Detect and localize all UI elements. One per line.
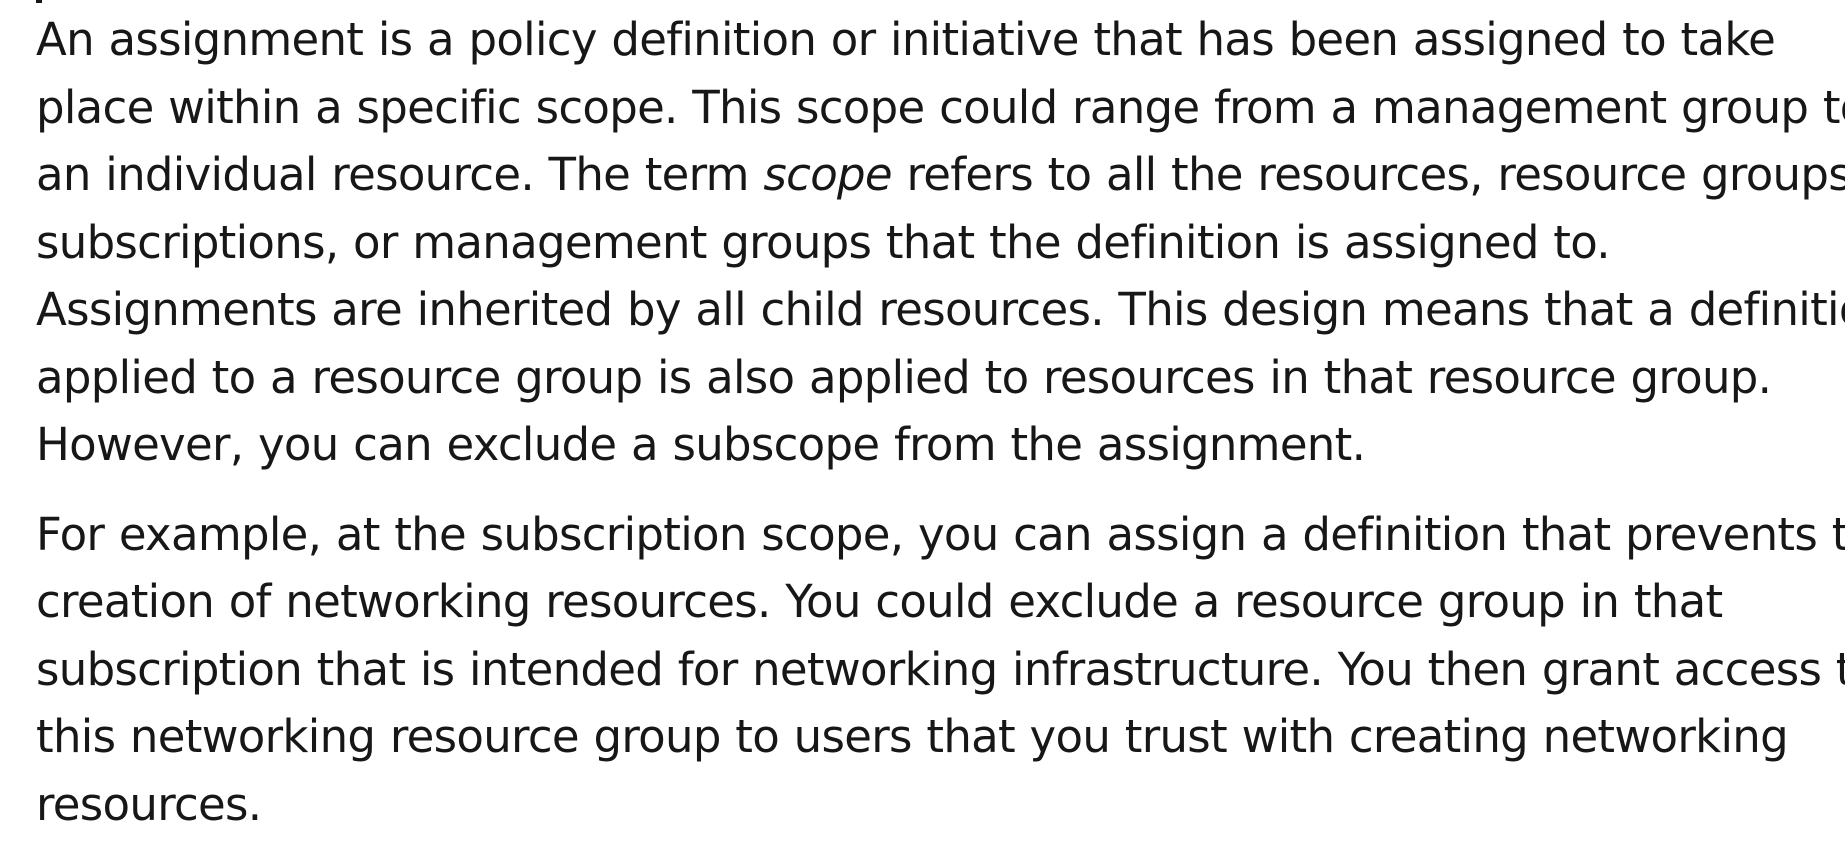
scope-term: scope [763, 148, 892, 201]
text-line-with-emphasis: an individual resource. The term scope r… [36, 141, 1845, 209]
text-line: However, you can exclude a subscope from… [36, 418, 1366, 471]
heading-fragment [32, 0, 60, 3]
example-paragraph: For example, at the subscription scope, … [36, 501, 1845, 839]
text-line: An assignment is a policy definition or … [36, 13, 1776, 66]
text-line: place within a specific scope. This scop… [36, 80, 1845, 134]
text-line: For example, at the subscription scope, … [36, 507, 1845, 561]
article-content: An assignment is a policy definition or … [36, 6, 1845, 860]
text-line: subscription that is intended for networ… [36, 642, 1845, 696]
text-line: creation of networking resources. You co… [36, 575, 1723, 628]
text-line: this networking resource group to users … [36, 710, 1789, 763]
text-line: subscriptions, or management groups that… [36, 215, 1611, 269]
text-before-emphasis: an individual resource. The term [36, 148, 764, 201]
text-line: resources. [36, 777, 262, 831]
text-line: Assignments are inherited by all child r… [36, 283, 1845, 336]
assignment-paragraph: An assignment is a policy definition or … [36, 6, 1845, 479]
text-after-emphasis: refers to all the resources, resource gr… [891, 148, 1845, 201]
text-line: applied to a resource group is also appl… [36, 350, 1772, 404]
